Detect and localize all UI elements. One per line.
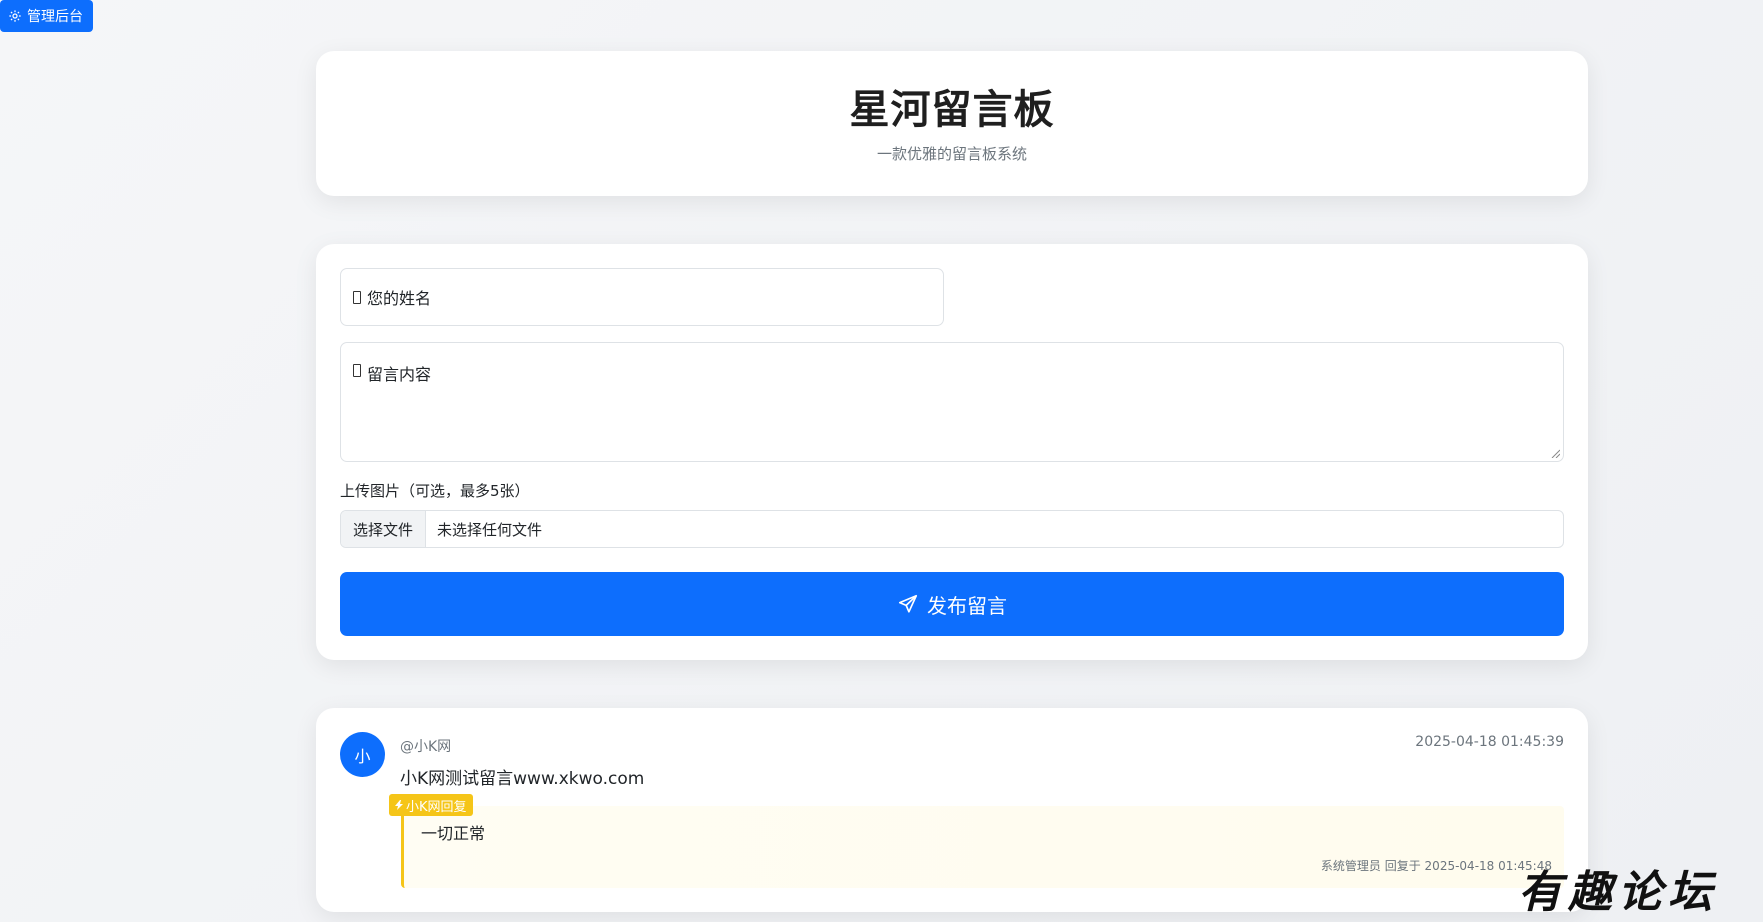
- reply-badge: 小K网回复: [389, 794, 473, 816]
- name-input[interactable]: 您的姓名: [340, 268, 944, 326]
- site-title: 星河留言板: [849, 87, 1055, 133]
- avatar: 小: [340, 732, 385, 777]
- file-input[interactable]: 选择文件 未选择任何文件: [340, 510, 1564, 548]
- choose-file-button[interactable]: 选择文件: [341, 511, 427, 547]
- submit-label: 发布留言: [927, 593, 1007, 618]
- message-time: 2025-04-18 01:45:39: [1415, 734, 1564, 750]
- reply-badge-label: 小K网回复: [406, 799, 467, 815]
- reply-text: 一切正常: [421, 824, 486, 843]
- admin-label: 管理后台: [27, 9, 83, 25]
- watermark: 有趣论坛: [1518, 867, 1718, 918]
- lightning-icon: [395, 800, 403, 810]
- message-text: 小K网测试留言www.xkwo.com: [400, 769, 645, 789]
- upload-label: 上传图片（可选，最多5张）: [340, 482, 530, 500]
- message-author: @小K网: [400, 739, 452, 755]
- name-placeholder: 您的姓名: [367, 289, 432, 308]
- content-placeholder: 留言内容: [367, 365, 432, 384]
- message-card: 小 @小K网 2025-04-18 01:45:39 小K网测试留言www.xk…: [316, 708, 1588, 912]
- header-card: 星河留言板 一款优雅的留言板系统: [316, 51, 1588, 196]
- submit-button[interactable]: 发布留言: [340, 572, 1564, 636]
- message-form: 您的姓名 留言内容 上传图片（可选，最多5张） 选择文件 未选择任何文件 发布留…: [316, 244, 1588, 660]
- reply-box: 一切正常 系统管理员 回复于 2025-04-18 01:45:48: [401, 806, 1564, 888]
- site-subtitle: 一款优雅的留言板系统: [876, 145, 1027, 163]
- send-icon: [898, 594, 918, 613]
- file-status: 未选择任何文件: [437, 520, 543, 539]
- user-icon: [353, 290, 361, 304]
- resize-handle-icon[interactable]: [1550, 448, 1560, 458]
- content-textarea[interactable]: 留言内容: [340, 342, 1564, 462]
- gear-icon: [9, 10, 21, 22]
- comment-icon: [353, 364, 361, 377]
- admin-button[interactable]: 管理后台: [0, 0, 93, 32]
